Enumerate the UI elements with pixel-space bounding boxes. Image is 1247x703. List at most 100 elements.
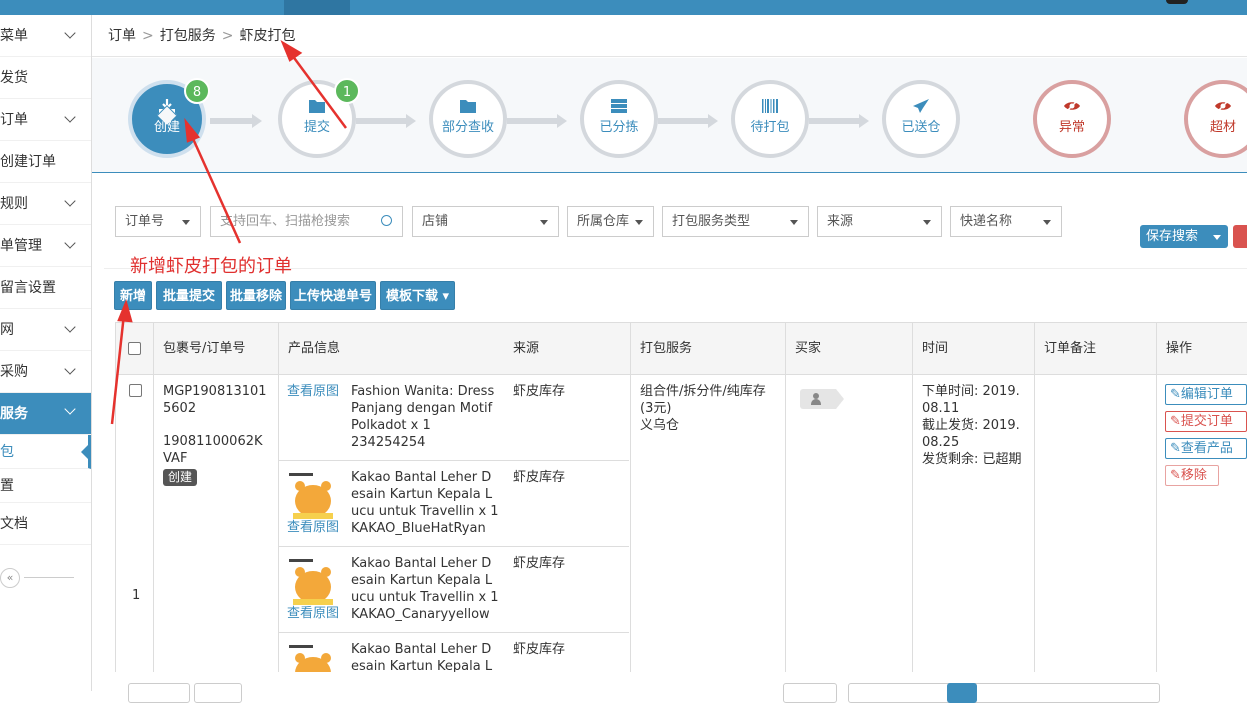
step-sorted[interactable]: 已分拣: [580, 80, 658, 158]
add-button[interactable]: 新增: [114, 281, 152, 310]
courier-select[interactable]: 快递名称: [950, 206, 1062, 237]
pagination-button[interactable]: [194, 683, 242, 703]
page-size-select[interactable]: [128, 683, 190, 703]
step-connector: [809, 114, 869, 128]
sidebar-item-0[interactable]: 菜单: [0, 15, 91, 57]
warehouse-select[interactable]: 所属仓库: [567, 206, 654, 237]
upload-tracking-button[interactable]: 上传快递单号: [290, 281, 376, 310]
view-original-link[interactable]: 查看原图: [287, 383, 339, 400]
orders-table: 包裹号/订单号 产品信息 来源 打包服务 买家 时间 订单备注 操作 1 MGP…: [115, 322, 1247, 691]
select-all-checkbox[interactable]: [128, 342, 141, 355]
select-value: 快递名称: [960, 214, 1013, 229]
batch-remove-button[interactable]: 批量移除: [226, 281, 286, 310]
remark-cell: [1035, 375, 1157, 691]
caret-down-icon: [790, 220, 798, 225]
chevron-down-icon: [64, 363, 76, 375]
sidebar-item-2[interactable]: 订单: [0, 99, 91, 141]
product-thumbnail[interactable]: [287, 557, 339, 609]
search-input[interactable]: 支持回车、扫描枪搜索: [210, 206, 403, 237]
row-checkbox[interactable]: [129, 384, 142, 397]
sidebar-item-6[interactable]: 留言设置: [0, 267, 91, 309]
status-badge-label: 创建: [163, 469, 198, 486]
sidebar-item-label: 服务: [0, 406, 28, 422]
search-placeholder: 支持回车、扫描枪搜索: [220, 214, 351, 229]
caret-down-icon: [540, 220, 548, 225]
product-source: 虾皮库存: [513, 384, 566, 399]
products-cell: 查看原图 Fashion Wanita: Dress Panjang denga…: [279, 375, 631, 691]
view-products-button[interactable]: ✎查看产品: [1165, 438, 1247, 459]
step-label: 提交: [303, 120, 330, 135]
sidebar-item-4[interactable]: 规则: [0, 183, 91, 225]
page-links[interactable]: [848, 683, 1160, 703]
buyer-avatar[interactable]: [800, 389, 844, 409]
sidebar-collapse-button[interactable]: «: [0, 568, 20, 588]
breadcrumb-item-orders[interactable]: 订单: [108, 28, 136, 44]
product-row: 查看原图 Kakao Bantal Leher Desain Kartun Ke…: [279, 547, 629, 633]
order-time: 下单时间: 2019.08.11: [922, 384, 1020, 416]
delete-search-button[interactable]: [1233, 225, 1247, 248]
select-value: 来源: [827, 214, 854, 229]
page-jump-input[interactable]: [783, 683, 837, 703]
sidebar-item-label: 订单: [0, 112, 28, 128]
select-value: 所属仓库: [577, 214, 630, 229]
sidebar-subitem-pack[interactable]: 包: [0, 435, 91, 469]
header-time: 时间: [913, 323, 1035, 375]
step-label: 异常: [1058, 120, 1085, 135]
user-avatar[interactable]: [1166, 0, 1188, 4]
sidebar-item-8[interactable]: 采购: [0, 351, 91, 393]
product-row: 查看原图 Fashion Wanita: Dress Panjang denga…: [279, 375, 629, 461]
step-oversize[interactable]: 超材: [1184, 80, 1247, 158]
submit-order-button[interactable]: ✎提交订单: [1165, 411, 1247, 432]
service-warehouse: 义乌仓: [640, 418, 680, 433]
button-label: 提交订单: [1180, 414, 1233, 429]
step-exception[interactable]: 异常: [1033, 80, 1111, 158]
select-all-cell: [116, 323, 154, 375]
sidebar-item-label: 菜单: [0, 28, 28, 44]
sidebar-item-3[interactable]: 创建订单: [0, 141, 91, 183]
view-original-link[interactable]: 查看原图: [287, 519, 340, 536]
search-icon[interactable]: [381, 215, 392, 226]
edit-icon: ✎: [1170, 441, 1181, 456]
annotation-label: 新增虾皮打包的订单: [130, 256, 292, 277]
sidebar-item-docs[interactable]: 文档: [0, 503, 91, 545]
product-name: Kakao Bantal Leher Desain Kartun Kepala …: [351, 555, 499, 623]
step-to-pack[interactable]: 待打包: [731, 80, 809, 158]
server-icon: [611, 99, 627, 113]
step-submit[interactable]: 提交 1: [278, 78, 360, 158]
sidebar-item-label: 文档: [0, 516, 28, 532]
status-steps: 创建 8 提交 1 部分查收 已分拣 待打包 已送仓 异常 超材: [92, 58, 1247, 173]
step-sent-to-warehouse[interactable]: 已送仓: [882, 80, 960, 158]
service-name: 组合件/拆分件/纯库存(3元): [640, 384, 766, 416]
edit-order-button[interactable]: ✎编辑订单: [1165, 384, 1247, 405]
sidebar-item-service[interactable]: 服务: [0, 393, 91, 435]
product-source: 虾皮库存: [513, 556, 566, 571]
step-count-badge: 1: [334, 78, 360, 104]
caret-down-icon: [635, 220, 643, 225]
top-nav-active-tab[interactable]: [284, 0, 350, 15]
source-select[interactable]: 来源: [817, 206, 942, 237]
step-label: 已分拣: [599, 120, 639, 135]
sidebar-item-7[interactable]: 网: [0, 309, 91, 351]
sidebar-item-label: 单管理: [0, 238, 42, 254]
save-search-button[interactable]: 保存搜索: [1140, 225, 1228, 248]
shop-select[interactable]: 店铺: [412, 206, 559, 237]
sidebar-subitem-settings[interactable]: 置: [0, 469, 91, 503]
step-connector: [507, 114, 567, 128]
product-name: Kakao Bantal Leher Desain Kartun Kepala …: [351, 469, 499, 537]
service-type-select[interactable]: 打包服务类型: [662, 206, 809, 237]
remove-button[interactable]: ✎移除: [1165, 465, 1219, 486]
product-thumbnail[interactable]: [287, 471, 339, 523]
template-download-button[interactable]: 模板下载 ▾: [380, 281, 455, 310]
step-partial-received[interactable]: 部分查收: [429, 80, 507, 158]
current-page-button[interactable]: [947, 683, 977, 703]
breadcrumb-item-pack-service[interactable]: 打包服务: [160, 28, 216, 44]
order-no-select[interactable]: 订单号: [115, 206, 201, 237]
sidebar-item-1[interactable]: 发货: [0, 57, 91, 99]
step-label: 部分查收: [441, 120, 494, 135]
select-value: 店铺: [422, 214, 449, 229]
view-original-link[interactable]: 查看原图: [287, 605, 340, 622]
batch-submit-button[interactable]: 批量提交: [156, 281, 222, 310]
product-source: 虾皮库存: [513, 642, 566, 657]
header-buyer: 买家: [786, 323, 913, 375]
sidebar-item-5[interactable]: 单管理: [0, 225, 91, 267]
